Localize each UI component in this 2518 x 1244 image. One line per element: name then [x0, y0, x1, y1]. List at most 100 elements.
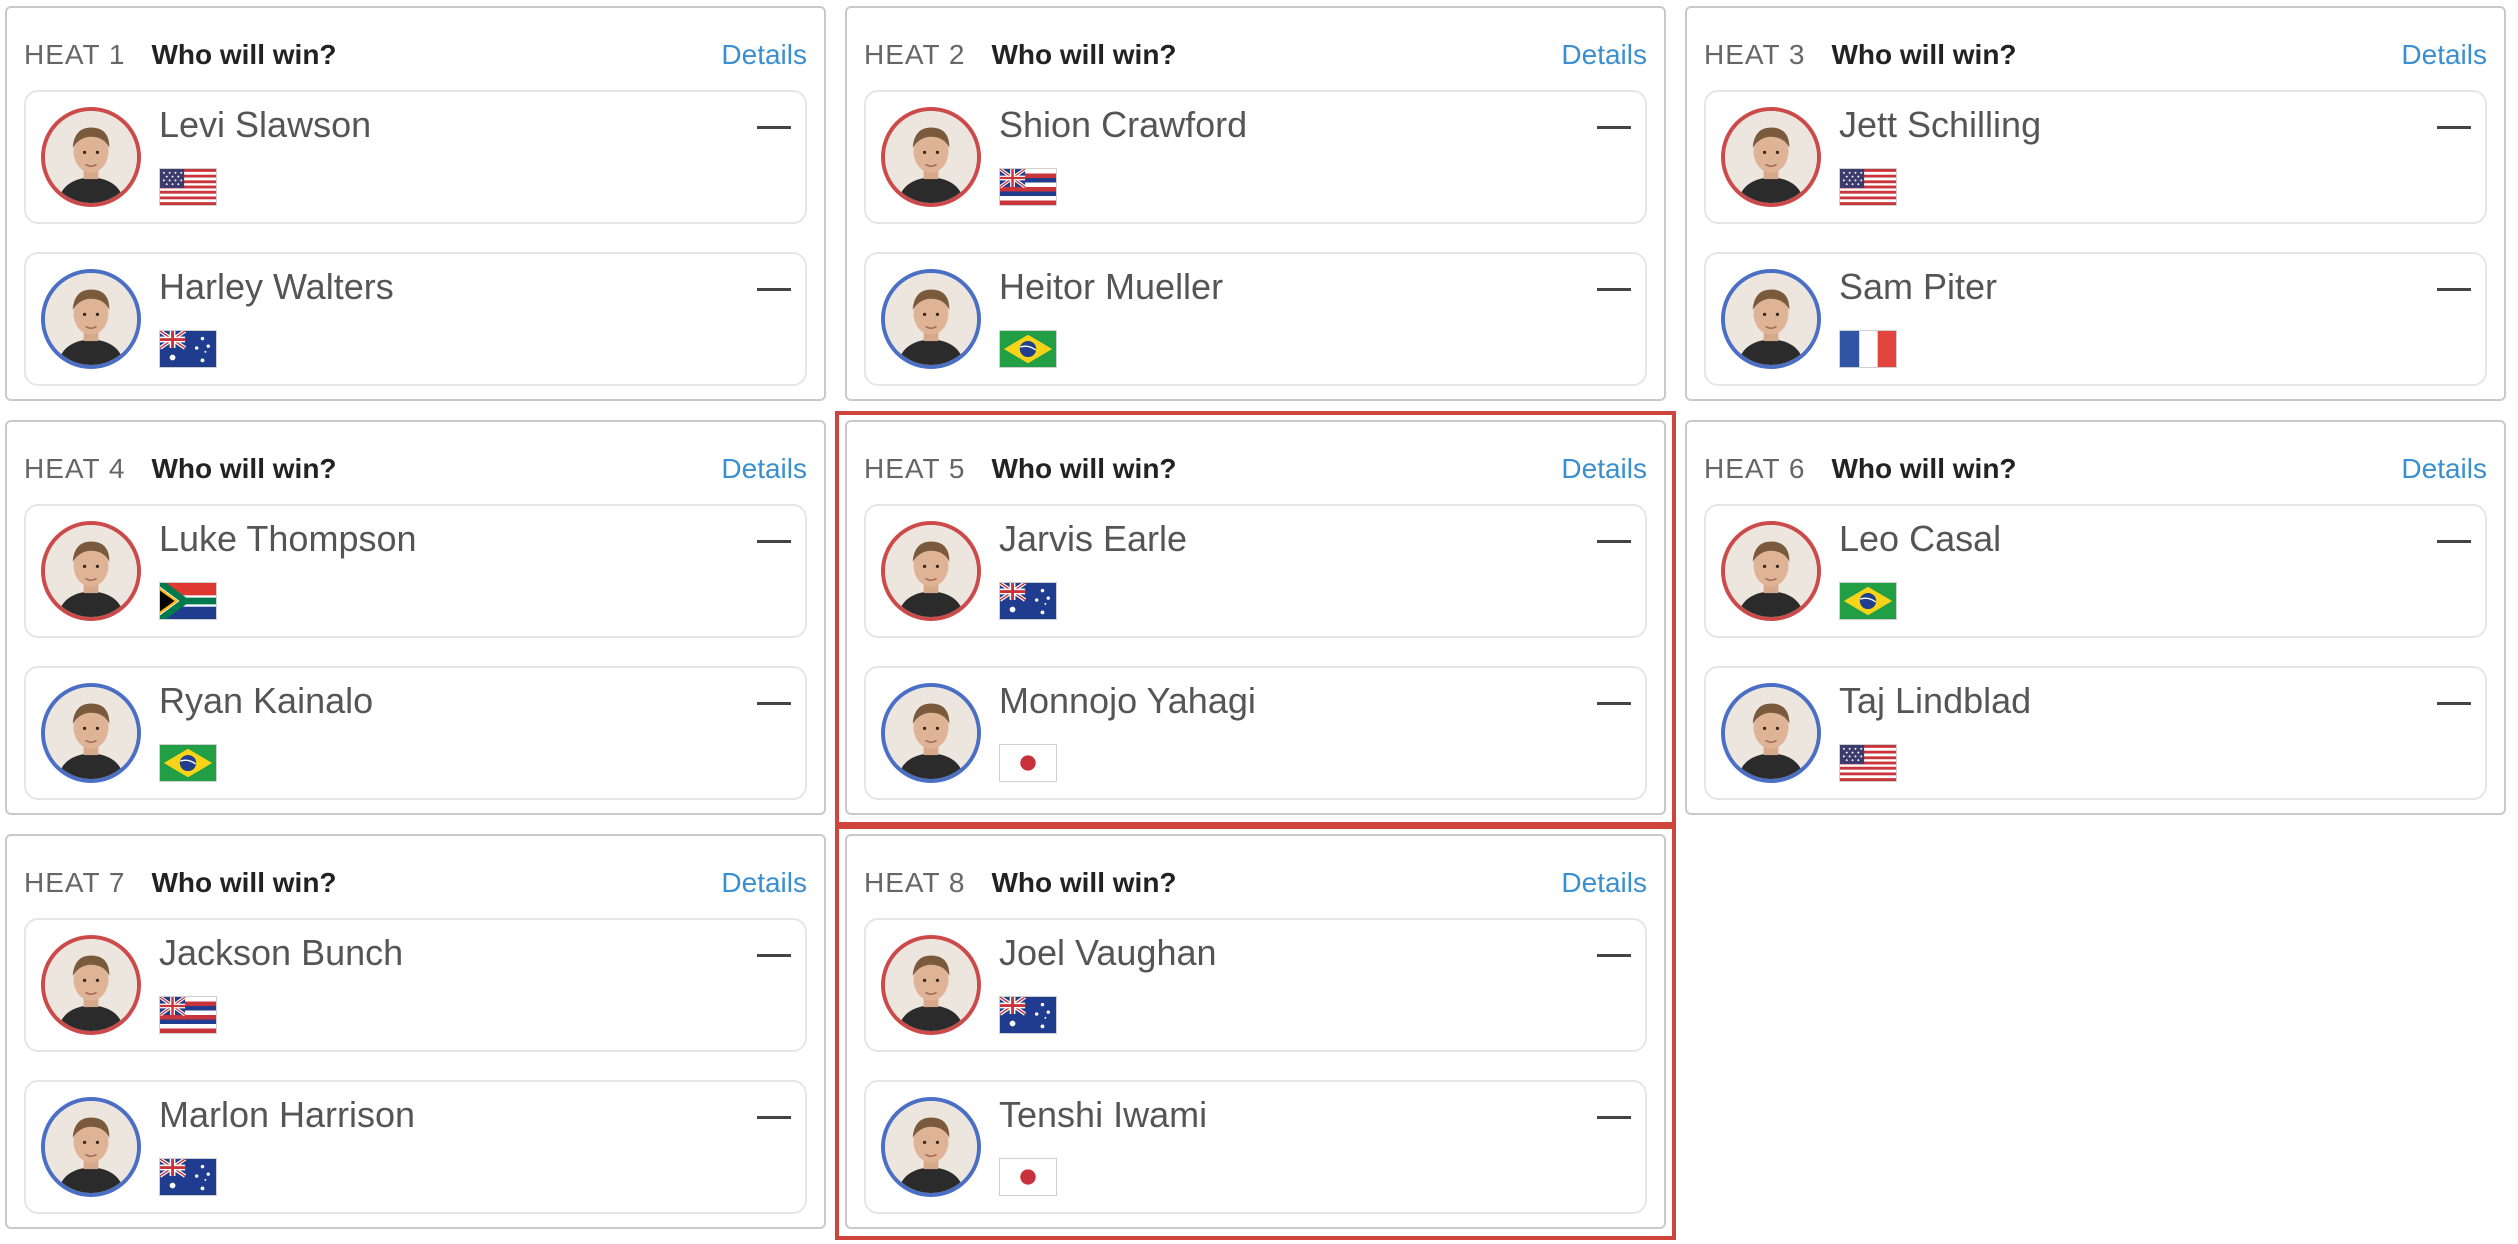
- highlight-outline: [835, 825, 1676, 1240]
- us-flag-icon: [159, 168, 217, 206]
- heat-header: HEAT 2 Who will win? Details: [864, 30, 1647, 80]
- surfer-avatar: [1721, 683, 1821, 783]
- surfer-avatar: [1721, 269, 1821, 369]
- south-africa-flag-icon: [159, 582, 217, 620]
- heat-header: HEAT 7 Who will win? Details: [24, 858, 807, 908]
- surfer-photo: [1725, 273, 1817, 365]
- pick-status-dash: [757, 954, 791, 957]
- heat-label: HEAT 2: [864, 39, 966, 70]
- surfer-avatar: [41, 683, 141, 783]
- hawaii-flag-icon: [999, 168, 1057, 206]
- australia-flag-icon: [159, 1158, 217, 1196]
- heat-label: HEAT 1: [24, 39, 126, 70]
- france-flag-icon: [1839, 330, 1897, 368]
- surfer-avatar: [41, 521, 141, 621]
- details-link[interactable]: Details: [721, 867, 807, 899]
- heat-question: Who will win?: [1831, 39, 2017, 70]
- australia-flag-icon: [159, 330, 217, 368]
- pick-status-dash: [2437, 126, 2471, 129]
- surfer-avatar: [881, 107, 981, 207]
- surfer-option[interactable]: Sam Piter: [1704, 252, 2487, 386]
- heat-header: HEAT 6 Who will win? Details: [1704, 444, 2487, 494]
- heat-card-7: HEAT 7 Who will win? Details Jackson Bunch M…: [5, 834, 826, 1229]
- surfer-option[interactable]: Heitor Mueller: [864, 252, 1647, 386]
- surfer-avatar: [41, 935, 141, 1035]
- pick-status-dash: [757, 126, 791, 129]
- heat-header: HEAT 1 Who will win? Details: [24, 30, 807, 80]
- us-flag-icon: [1839, 744, 1897, 782]
- surfer-name: Shion Crawford: [999, 104, 1248, 145]
- surfer-photo: [45, 525, 137, 617]
- heat-header: HEAT 3 Who will win? Details: [1704, 30, 2487, 80]
- surfer-photo: [1725, 687, 1817, 779]
- surfer-avatar: [881, 269, 981, 369]
- surfer-option[interactable]: Levi Slawson: [24, 90, 807, 224]
- surfer-name: Levi Slawson: [159, 104, 372, 145]
- heat-label: HEAT 3: [1704, 39, 1806, 70]
- surfer-option[interactable]: Taj Lindblad: [1704, 666, 2487, 800]
- surfer-name: Luke Thompson: [159, 518, 417, 559]
- details-link[interactable]: Details: [721, 453, 807, 485]
- heat-question: Who will win?: [991, 39, 1177, 70]
- brazil-flag-icon: [999, 330, 1057, 368]
- surfer-option[interactable]: Jett Schilling: [1704, 90, 2487, 224]
- heat-card-6: HEAT 6 Who will win? Details Leo Casal Taj L…: [1685, 420, 2506, 815]
- surfer-avatar: [41, 1097, 141, 1197]
- surfer-option[interactable]: Leo Casal: [1704, 504, 2487, 638]
- surfer-photo: [45, 939, 137, 1031]
- surfer-name: Jett Schilling: [1839, 104, 2042, 145]
- surfer-name: Marlon Harrison: [159, 1094, 416, 1135]
- heat-question: Who will win?: [1831, 453, 2017, 484]
- surfer-name: Sam Piter: [1839, 266, 1998, 307]
- surfer-name: Leo Casal: [1839, 518, 2002, 559]
- pick-status-dash: [757, 1116, 791, 1119]
- pick-status-dash: [2437, 702, 2471, 705]
- surfer-photo: [885, 273, 977, 365]
- surfer-option[interactable]: Luke Thompson: [24, 504, 807, 638]
- surfer-photo: [45, 1101, 137, 1193]
- surfer-avatar: [41, 269, 141, 369]
- heat-header: HEAT 4 Who will win? Details: [24, 444, 807, 494]
- pick-status-dash: [757, 288, 791, 291]
- surfer-option[interactable]: Harley Walters: [24, 252, 807, 386]
- heat-label: HEAT 4: [24, 453, 126, 484]
- heat-question: Who will win?: [151, 453, 337, 484]
- pick-status-dash: [2437, 540, 2471, 543]
- surfer-photo: [1725, 111, 1817, 203]
- surfer-name: Jackson Bunch: [159, 932, 404, 973]
- surfer-name: Harley Walters: [159, 266, 394, 307]
- heat-card-4: HEAT 4 Who will win? Details Luke Thompson R…: [5, 420, 826, 815]
- surfer-photo: [45, 273, 137, 365]
- details-link[interactable]: Details: [1561, 39, 1647, 71]
- surfer-photo: [1725, 525, 1817, 617]
- surfer-photo: [45, 687, 137, 779]
- surfer-name: Ryan Kainalo: [159, 680, 374, 721]
- heat-question: Who will win?: [151, 867, 337, 898]
- surfer-option[interactable]: Shion Crawford: [864, 90, 1647, 224]
- surfer-name: Heitor Mueller: [999, 266, 1224, 307]
- us-flag-icon: [1839, 168, 1897, 206]
- brazil-flag-icon: [159, 744, 217, 782]
- surfer-option[interactable]: Marlon Harrison: [24, 1080, 807, 1214]
- surfer-option[interactable]: Jackson Bunch: [24, 918, 807, 1052]
- surfer-avatar: [41, 107, 141, 207]
- pick-status-dash: [2437, 288, 2471, 291]
- heat-card-3: HEAT 3 Who will win? Details Jett Schilling…: [1685, 6, 2506, 401]
- pick-status-dash: [1597, 126, 1631, 129]
- pick-status-dash: [757, 702, 791, 705]
- heat-label: HEAT 7: [24, 867, 126, 898]
- details-link[interactable]: Details: [2401, 39, 2487, 71]
- pick-status-dash: [1597, 288, 1631, 291]
- highlight-outline: [835, 411, 1676, 826]
- hawaii-flag-icon: [159, 996, 217, 1034]
- details-link[interactable]: Details: [2401, 453, 2487, 485]
- surfer-photo: [885, 111, 977, 203]
- heat-question: Who will win?: [151, 39, 337, 70]
- details-link[interactable]: Details: [721, 39, 807, 71]
- surfer-avatar: [1721, 107, 1821, 207]
- brazil-flag-icon: [1839, 582, 1897, 620]
- heat-card-1: HEAT 1 Who will win? Details Levi Slawson Ha…: [5, 6, 826, 401]
- heat-card-2: HEAT 2 Who will win? Details Shion Crawford…: [845, 6, 1666, 401]
- surfer-option[interactable]: Ryan Kainalo: [24, 666, 807, 800]
- surfer-photo: [45, 111, 137, 203]
